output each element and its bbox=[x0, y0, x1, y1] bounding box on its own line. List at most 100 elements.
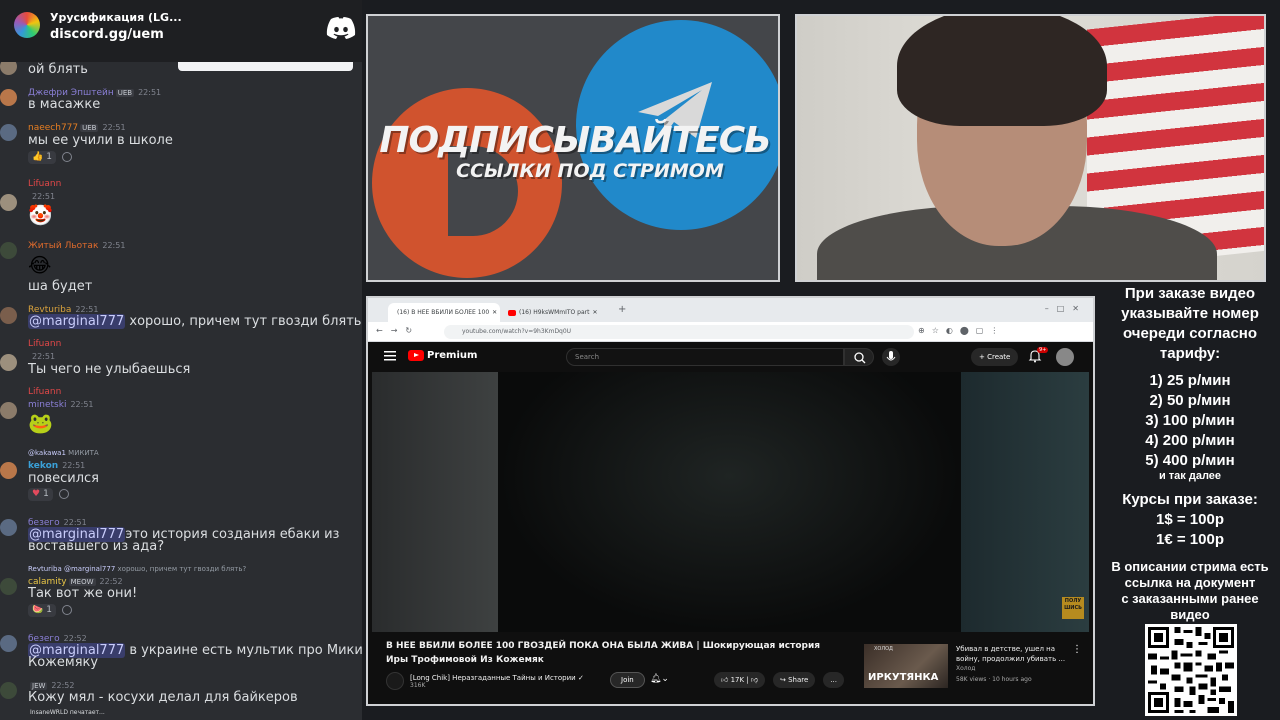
recommended-title[interactable]: Убивал в детстве, ушел на войну, продолж… bbox=[956, 644, 1068, 664]
server-header[interactable]: Урусификация (LG... discord.gg/uem bbox=[0, 0, 362, 62]
hamburger-menu-icon[interactable] bbox=[384, 349, 396, 363]
timestamp: 22:51 bbox=[62, 461, 86, 470]
add-reaction-icon[interactable] bbox=[61, 605, 72, 615]
channel-avatar[interactable] bbox=[386, 672, 404, 690]
timestamp: 22:51 bbox=[102, 241, 126, 250]
microphone-icon bbox=[886, 351, 896, 361]
avatar[interactable] bbox=[0, 89, 17, 106]
chat-message-text: повесился bbox=[28, 471, 99, 486]
youtube-premium-label: Premium bbox=[427, 350, 478, 361]
avatar[interactable] bbox=[0, 402, 17, 419]
message-meta: Lifuann bbox=[28, 387, 61, 397]
username[interactable]: Lifuann bbox=[28, 179, 61, 189]
youtube-play-icon bbox=[408, 350, 424, 361]
tab-bar: (16) В НЕЕ ВБИЛИ БОЛЕЕ 100 ✕ (16) H9ksWM… bbox=[368, 298, 1093, 322]
channel-watermark[interactable]: ПОЛУ ШИСЬ bbox=[1062, 597, 1084, 619]
reaction-chip[interactable]: 👍 1 bbox=[28, 150, 56, 164]
course-rate: 1€ = 100р bbox=[1156, 531, 1224, 548]
chat-message-text: @marginal777 хорошо, причем тут гвозди б… bbox=[28, 314, 362, 329]
username[interactable]: naeech777 bbox=[28, 123, 78, 133]
username[interactable]: minetski bbox=[28, 400, 66, 410]
navigation-buttons[interactable]: ←→↻ bbox=[376, 326, 420, 335]
chat-message-text: Ты чего не улыбаешься bbox=[28, 362, 191, 377]
avatar[interactable] bbox=[0, 194, 17, 211]
chat-message-text: воставшего из ада? bbox=[28, 539, 165, 554]
add-reaction-icon[interactable] bbox=[61, 152, 72, 162]
add-reaction-icon[interactable] bbox=[58, 489, 69, 499]
price-tier: 3) 100 р/мин bbox=[1145, 412, 1235, 429]
discord-chat-panel: Урусификация (LG... discord.gg/uem ой бл… bbox=[0, 0, 362, 720]
account-avatar[interactable] bbox=[1056, 348, 1074, 366]
create-button[interactable]: + Create bbox=[971, 348, 1019, 366]
channel-name[interactable]: [Long Chik] Неразгаданные Тайны и Истори… bbox=[410, 674, 584, 682]
avatar[interactable] bbox=[0, 578, 17, 595]
chat-message-text: мы ее учили в школе bbox=[28, 133, 173, 148]
join-button[interactable]: Join bbox=[610, 672, 645, 688]
avatar[interactable] bbox=[0, 519, 17, 536]
reply-text: МИКИТА bbox=[68, 449, 99, 457]
video-title: В НЕЕ ВБИЛИ БОЛЕЕ 100 ГВОЗДЕЙ ПОКА ОНА Б… bbox=[386, 641, 821, 665]
video-left-blur bbox=[372, 372, 498, 632]
timestamp: 22:51 bbox=[70, 400, 94, 409]
like-button[interactable]: 👍︎ 17K | 👎︎ bbox=[714, 672, 765, 688]
browser-window: (16) В НЕЕ ВБИЛИ БОЛЕЕ 100 ✕ (16) H9ksWM… bbox=[366, 296, 1095, 706]
more-options-icon[interactable]: ⋮ bbox=[1072, 644, 1082, 655]
more-actions-button[interactable]: ... bbox=[823, 672, 844, 688]
search-input[interactable]: Search bbox=[566, 348, 844, 366]
extension-icons[interactable]: ⊕☆◐⬤▢⋮ bbox=[918, 326, 1005, 335]
youtube-logo[interactable]: Premium bbox=[408, 350, 477, 361]
video-player[interactable]: ПОЛУ ШИСЬ bbox=[372, 372, 1089, 632]
message-meta: naeech777 UEB 22:51 bbox=[28, 123, 126, 133]
video-frame[interactable] bbox=[498, 372, 961, 632]
share-button[interactable]: ↪ Share bbox=[772, 672, 816, 688]
url-field[interactable]: youtube.com/watch?v=9h3KmDq0U bbox=[444, 325, 914, 339]
voice-search-button[interactable] bbox=[882, 348, 900, 366]
user-badge: MEOW bbox=[68, 578, 96, 586]
username[interactable]: Житый Льотак bbox=[28, 241, 98, 251]
stream-overlay: Урусификация (LG... discord.gg/uem ой бл… bbox=[0, 0, 1280, 720]
reaction-chip[interactable]: 🍉 1 bbox=[28, 603, 56, 617]
typing-indicator: InsaneWRLD печатает... bbox=[30, 709, 105, 716]
message-meta: Lifuann bbox=[28, 339, 61, 349]
browser-tab-active[interactable]: (16) В НЕЕ ВБИЛИ БОЛЕЕ 100 ✕ bbox=[388, 303, 500, 322]
search-button[interactable] bbox=[844, 348, 874, 366]
search-icon bbox=[854, 352, 866, 364]
avatar[interactable] bbox=[0, 307, 17, 324]
price-tier: 2) 50 р/мин bbox=[1149, 392, 1231, 409]
avatar[interactable] bbox=[0, 242, 17, 259]
reaction-chip[interactable]: ♥ 1 bbox=[28, 487, 53, 501]
thumbs-down-icon[interactable]: 👎︎ bbox=[751, 676, 758, 684]
avatar[interactable] bbox=[0, 354, 17, 371]
subscribe-banner: ПОДПИСЫВАЙТЕСЬ ССЫЛКИ ПОД СТРИМОМ bbox=[366, 14, 780, 282]
courses-title: Курсы при заказе: bbox=[1122, 491, 1258, 508]
username[interactable]: kekon bbox=[28, 461, 58, 471]
username[interactable]: Lifuann bbox=[28, 339, 61, 349]
subscription-bell-icon[interactable]: 🔔︎⌄ bbox=[650, 674, 669, 684]
thumbnail-label: ХОЛОД bbox=[874, 646, 893, 652]
close-icon[interactable]: ✕ bbox=[592, 309, 597, 316]
window-controls[interactable]: –□✕ bbox=[1045, 304, 1087, 313]
close-icon[interactable]: ✕ bbox=[492, 309, 497, 316]
new-tab-button[interactable]: + bbox=[618, 304, 626, 315]
avatar[interactable] bbox=[0, 462, 17, 479]
timestamp: 22:51 bbox=[32, 352, 56, 361]
recommended-thumbnail[interactable]: ХОЛОД ИРКУТЯНКА bbox=[864, 644, 948, 688]
recommended-meta: 58K views · 10 hours ago bbox=[956, 676, 1032, 683]
avatar[interactable] bbox=[0, 635, 17, 652]
reply-preview[interactable]: Revturiba @marginal777 хорошо, причем ту… bbox=[28, 565, 246, 573]
user-mention[interactable]: @marginal777 bbox=[28, 314, 126, 329]
browser-tab[interactable]: (16) H9ksWMmITO part ✕ bbox=[502, 303, 608, 322]
channel-subscribers: 316K bbox=[410, 681, 426, 689]
avatar[interactable] bbox=[0, 682, 17, 699]
username[interactable]: Lifuann bbox=[28, 387, 61, 397]
channel-info[interactable]: [Long Chik] Неразгаданные Тайны и Истори… bbox=[386, 672, 584, 690]
reply-preview[interactable]: @kakawa1 МИКИТА bbox=[28, 449, 99, 457]
video-right-blur bbox=[961, 372, 1089, 632]
reply-username: @kakawa1 bbox=[28, 449, 66, 457]
info-header-line: очереди согласно bbox=[1122, 325, 1258, 342]
recommended-channel[interactable]: Холод bbox=[956, 665, 975, 672]
info-header-line: тарифу: bbox=[1159, 345, 1221, 362]
avatar[interactable] bbox=[0, 124, 17, 141]
recommended-video[interactable]: ХОЛОД ИРКУТЯНКА Убивал в детстве, ушел н… bbox=[864, 644, 1093, 688]
chat-message-text: ой блять bbox=[28, 62, 88, 77]
